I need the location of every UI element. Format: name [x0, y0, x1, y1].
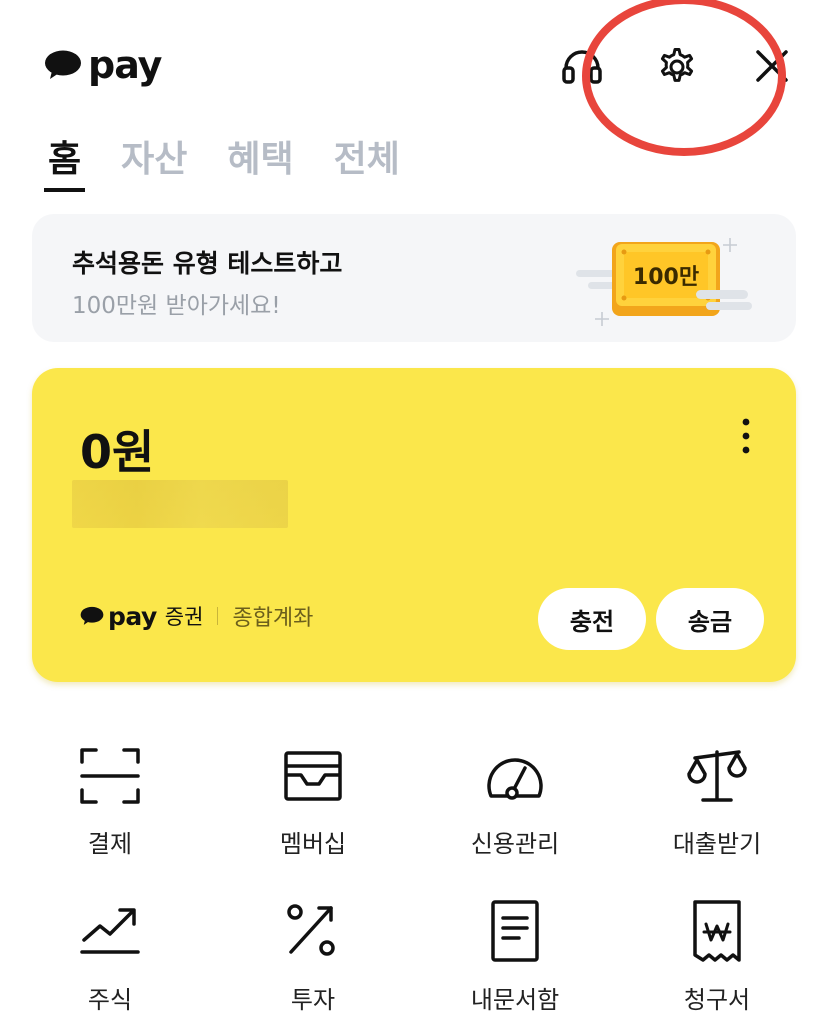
account-type: 종합계좌: [232, 606, 314, 631]
menu-label: 청구서: [683, 986, 751, 1014]
charge-button[interactable]: 충전: [538, 588, 646, 650]
broker-name: 증권: [164, 605, 204, 629]
menu-stocks[interactable]: 주식: [25, 900, 195, 1020]
menu-label: 결제: [87, 830, 133, 858]
broker-logo-text: pay: [108, 601, 157, 631]
menu-documents[interactable]: 내문서함: [430, 900, 600, 1020]
more-options-icon[interactable]: [728, 414, 764, 458]
document-icon: [491, 900, 539, 962]
tab-home[interactable]: 홈: [44, 132, 86, 192]
scale-icon: [687, 750, 747, 802]
promo-badge: 100만: [633, 265, 699, 290]
main-tabs: 홈 자산 혜택 전체: [44, 132, 404, 192]
chat-bubble-icon: [45, 50, 81, 79]
blurred-account-info: [72, 480, 288, 528]
menu-label: 투자: [290, 986, 336, 1014]
promo-banner[interactable]: 추석용돈 유형 테스트하고 100만원 받아가세요! 100만: [32, 214, 796, 342]
scan-icon: [80, 748, 140, 804]
menu-payment[interactable]: 결제: [25, 744, 195, 864]
menu-membership[interactable]: 멤버십: [228, 744, 398, 864]
kakaopay-logo: pay: [44, 40, 162, 90]
promo-subtitle: 100만원 받아가세요!: [72, 293, 281, 319]
balance-card[interactable]: 0원 pay 증권 종합계좌 충전 송금: [32, 368, 796, 682]
promo-title: 추석용돈 유형 테스트하고: [72, 249, 343, 278]
menu-label: 대출받기: [672, 830, 762, 858]
tab-benefits[interactable]: 혜택: [223, 132, 297, 192]
menu-label: 내문서함: [470, 986, 560, 1014]
bill-icon: [693, 900, 741, 962]
tab-assets[interactable]: 자산: [117, 132, 191, 192]
menu-label: 신용관리: [470, 830, 560, 858]
balance-amount: 0원: [80, 425, 155, 479]
menu-label: 멤버십: [279, 830, 347, 858]
broker-account-label: pay 증권 종합계좌: [80, 600, 313, 632]
send-button[interactable]: 송금: [656, 588, 764, 650]
gauge-icon: [487, 758, 543, 800]
percent-icon: [287, 904, 335, 956]
menu-label: 주식: [87, 986, 133, 1014]
menu-credit-management[interactable]: 신용관리: [430, 744, 600, 864]
gold-bar-illustration: 100만: [576, 238, 752, 326]
divider: [217, 607, 219, 625]
wallet-icon: [284, 751, 342, 801]
menu-bills[interactable]: 청구서: [632, 900, 802, 1020]
highlight-circle: [582, 0, 786, 156]
menu-loan[interactable]: 대출받기: [632, 744, 802, 864]
menu-investment[interactable]: 투자: [228, 900, 398, 1020]
chart-up-icon: [80, 908, 140, 954]
logo-text: pay: [88, 43, 162, 87]
tab-all[interactable]: 전체: [330, 132, 404, 192]
chat-bubble-icon: [80, 606, 104, 625]
